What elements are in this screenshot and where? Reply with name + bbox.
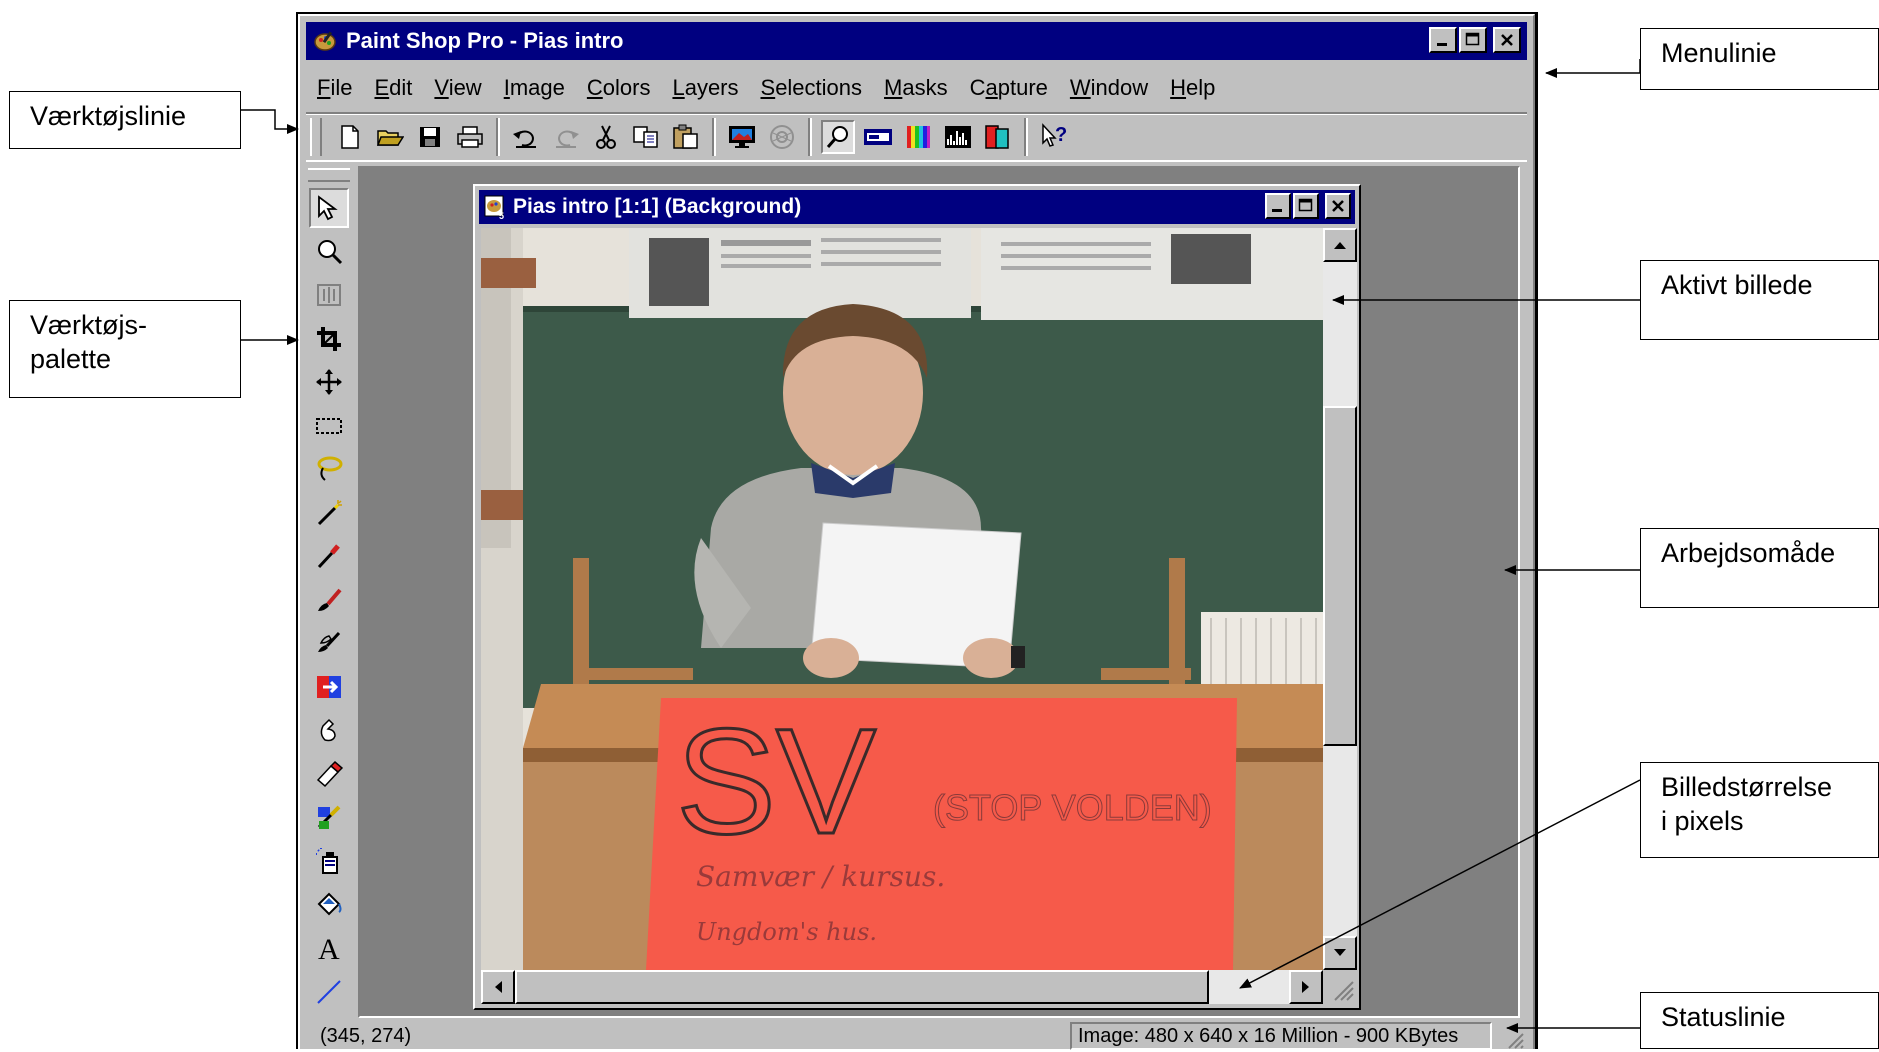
arrow-menulinie [1545,59,1641,78]
arrow-vaerktojslinie [241,109,299,134]
arrow-billedstorrelse [1239,779,1641,989]
callout-arrows [241,59,1641,1033]
